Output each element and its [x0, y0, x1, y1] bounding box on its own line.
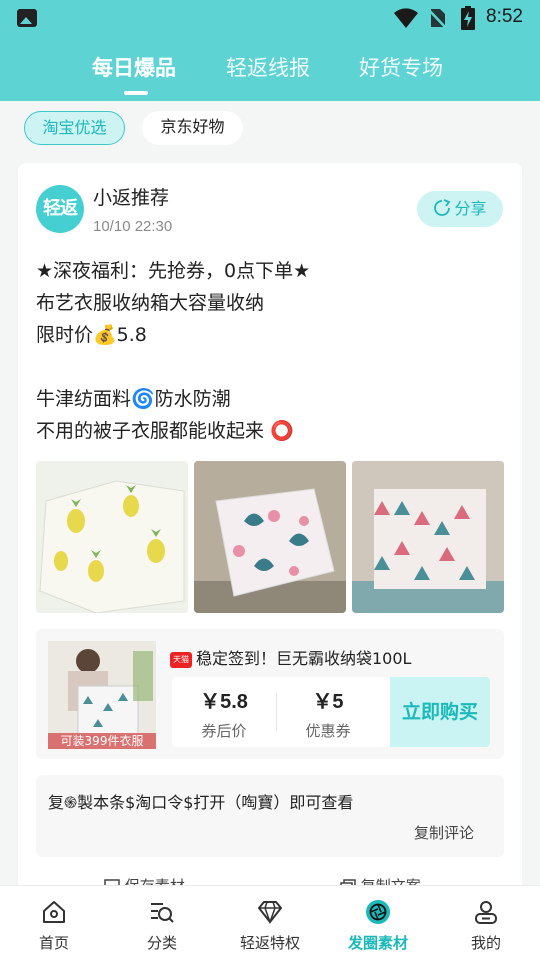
- product-card[interactable]: 可装399件衣服 天猫 稳定签到！巨无霸收纳袋100L ￥5.8 券后价 ￥5 优…: [36, 629, 504, 759]
- tmall-badge: 天猫: [170, 652, 192, 668]
- final-price: ￥5.8: [200, 691, 248, 713]
- share-icon: [434, 199, 451, 216]
- share-label: 分享: [454, 199, 487, 218]
- nav-category-label: 分类: [146, 934, 177, 952]
- post-author: 小返推荐: [93, 187, 170, 209]
- post-image-3[interactable]: [352, 461, 504, 613]
- chip-jd[interactable]: 京东好物: [142, 111, 243, 145]
- product-title-row: 天猫 稳定签到！巨无霸收纳袋100L: [170, 645, 411, 669]
- post-card: 轻返 小返推荐 10/10 22:30 分享 ★深夜福利：先抢券，0点下单★ 布…: [18, 163, 522, 893]
- avatar: 轻返: [36, 185, 84, 233]
- aperture-icon: [366, 900, 390, 924]
- nav-privilege[interactable]: 轻返特权: [216, 886, 324, 960]
- chip-taobao[interactable]: 淘宝优选: [24, 111, 125, 145]
- nav-mine-label: 我的: [470, 934, 501, 952]
- home-icon: [43, 901, 65, 923]
- coupon-column: ￥5 优惠券: [276, 685, 380, 741]
- diamond-icon: [258, 901, 282, 925]
- share-button[interactable]: 分享: [417, 191, 503, 227]
- wifi-icon: [394, 8, 418, 28]
- status-time: 8:52: [486, 6, 523, 27]
- nav-category[interactable]: 分类: [108, 886, 216, 960]
- battery-charging-icon: [461, 6, 475, 30]
- nav-moments-material[interactable]: 发圈素材: [324, 886, 432, 960]
- category-search-icon: [151, 903, 174, 923]
- taobao-command-text: 复֍製本条$淘口令$打开（啕寶）即可查看: [48, 793, 354, 812]
- post-content: ★深夜福利：先抢券，0点下单★ 布艺衣服收纳箱大容量收纳 限时价💰5.8 牛津纺…: [36, 260, 311, 442]
- coupon-value: ￥5: [312, 691, 344, 713]
- user-icon: [475, 901, 497, 924]
- gallery-notification-icon: [17, 9, 37, 27]
- top-header: 8:52 每日爆品 轻返线报 好货专场: [0, 0, 540, 101]
- bottom-nav: 首页 分类 轻返特权 发圈素材 我的: [0, 885, 540, 960]
- coupon-label: 优惠券: [305, 722, 351, 740]
- tab-daily-hot[interactable]: 每日爆品: [92, 52, 176, 82]
- product-title: 稳定签到！巨无霸收纳袋100L: [196, 649, 412, 668]
- active-tab-indicator: [124, 91, 148, 95]
- tab-deals-news[interactable]: 轻返线报: [226, 52, 310, 82]
- final-price-label: 券后价: [201, 722, 247, 740]
- post-time: 10/10 22:30: [93, 218, 173, 235]
- buy-now-button[interactable]: 立即购买: [390, 677, 490, 747]
- tab-good-goods[interactable]: 好货专场: [359, 52, 443, 82]
- nav-mine[interactable]: 我的: [432, 886, 540, 960]
- post-image-1[interactable]: [36, 461, 188, 613]
- product-thumbnail[interactable]: 可装399件衣服: [48, 641, 156, 749]
- price-box: ￥5.8 券后价 ￥5 优惠券 立即购买: [172, 677, 490, 747]
- thumbnail-caption: 可装399件衣服: [48, 733, 156, 749]
- post-image-2[interactable]: [194, 461, 346, 613]
- nav-privilege-label: 轻返特权: [239, 934, 300, 952]
- final-price-column: ￥5.8 券后价: [172, 685, 276, 741]
- status-bar: 8:52: [0, 0, 540, 36]
- no-sim-icon: [427, 8, 447, 29]
- top-tabs: 每日爆品 轻返线报 好货专场: [0, 52, 540, 86]
- nav-moments-label: 发圈素材: [347, 934, 408, 952]
- taobao-command-box: 复֍製本条$淘口令$打开（啕寶）即可查看 复制评论: [36, 775, 504, 857]
- nav-home[interactable]: 首页: [0, 886, 108, 960]
- copy-comment-button[interactable]: 复制评论: [414, 822, 474, 843]
- nav-home-label: 首页: [38, 934, 69, 952]
